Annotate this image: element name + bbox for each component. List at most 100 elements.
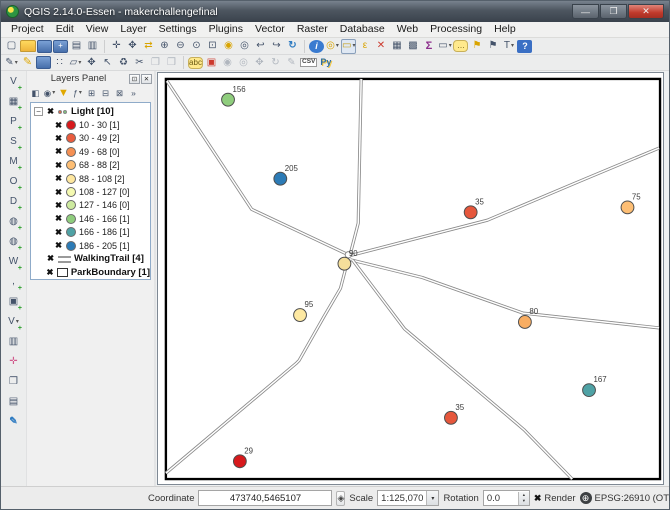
new-bookmark-button[interactable]: ⚑ xyxy=(469,39,484,54)
new-shapefile-layer-dropdown[interactable]: ▾ xyxy=(16,319,19,325)
scale-combo[interactable]: 1:125,070 ▾ xyxy=(377,490,439,506)
maximize-button[interactable]: ❐ xyxy=(600,4,627,19)
class-checkbox[interactable]: ✖ xyxy=(54,120,63,131)
add-postgis-layer-button[interactable]: P xyxy=(6,114,21,130)
remove-layer-button[interactable]: ⊠ xyxy=(113,87,126,100)
manage-map-themes-dropdown[interactable]: ▾ xyxy=(52,90,55,96)
rotation-spin-arrows[interactable]: ▴▾ xyxy=(518,492,529,505)
move-feature-button[interactable]: ✥ xyxy=(84,55,99,70)
change-label-button[interactable]: ✎ xyxy=(284,55,299,70)
pan-map-button[interactable]: ✥ xyxy=(125,39,140,54)
add-circle-feature-dropdown[interactable]: ▾ xyxy=(78,60,81,66)
open-attribute-table-button[interactable]: ▦ xyxy=(389,39,404,54)
save-project-button[interactable] xyxy=(37,40,52,53)
legend-class-row[interactable]: ✖68 - 88 [2] xyxy=(31,159,150,172)
touch-zoom-pan-button[interactable]: ✛ xyxy=(109,39,124,54)
legend-class-row[interactable]: ✖49 - 68 [0] xyxy=(31,145,150,158)
zoom-in-button[interactable]: ⊕ xyxy=(157,39,172,54)
menu-processing[interactable]: Processing xyxy=(424,22,488,37)
paste-features-button[interactable]: ❒ xyxy=(164,55,179,70)
add-circle-feature-button[interactable]: ▱▾ xyxy=(68,55,83,70)
filter-by-expression-dropdown[interactable]: ▾ xyxy=(79,90,82,96)
panel-close-button[interactable]: ✕ xyxy=(141,74,152,84)
measure-dropdown[interactable]: ▾ xyxy=(449,43,452,49)
class-checkbox[interactable]: ✖ xyxy=(54,133,63,144)
panel-overflow-button[interactable]: » xyxy=(127,87,140,100)
add-feature-button[interactable]: ∷ xyxy=(52,55,67,70)
menu-raster[interactable]: Raster xyxy=(291,22,334,37)
legend-class-row[interactable]: ✖127 - 146 [0] xyxy=(31,199,150,212)
render-checkbox[interactable]: ✖ Render xyxy=(534,493,576,504)
layer-checkbox[interactable]: ✖ xyxy=(46,267,54,278)
new-print-composer-button[interactable]: ▤ xyxy=(69,39,84,54)
menu-project[interactable]: Project xyxy=(5,22,50,37)
text-annotation-button[interactable]: T▾ xyxy=(501,39,516,54)
manage-map-themes-button[interactable]: ◉▾ xyxy=(43,87,56,100)
add-wcs-layer-button[interactable]: ◍ xyxy=(6,234,21,250)
add-db2-layer-button[interactable]: D xyxy=(6,194,21,210)
crs-button[interactable]: ⊕ EPSG:26910 (OTF) xyxy=(580,492,670,504)
zoom-last-button[interactable]: ↩ xyxy=(253,39,268,54)
zoom-out-button[interactable]: ⊖ xyxy=(173,39,188,54)
current-edits-dropdown[interactable]: ▾ xyxy=(15,60,18,66)
map-canvas[interactable]: 15620535759095801673529 xyxy=(157,72,664,485)
add-delimited-text-layer-button[interactable]: , xyxy=(6,274,21,290)
close-button[interactable]: ✕ xyxy=(628,4,664,19)
db-manager-button[interactable]: ▤ xyxy=(6,394,21,410)
coordinate-input[interactable] xyxy=(198,490,332,506)
save-project-as-button[interactable]: + xyxy=(53,40,68,53)
add-raster-layer-button[interactable]: ▦ xyxy=(6,94,21,110)
class-checkbox[interactable]: ✖ xyxy=(54,187,63,198)
legend-class-row[interactable]: ✖166 - 186 [1] xyxy=(31,226,150,239)
statistical-summary-button[interactable]: Σ xyxy=(421,39,436,54)
text-annotation-dropdown[interactable]: ▾ xyxy=(511,43,514,49)
legend-class-row[interactable]: ✖146 - 166 [1] xyxy=(31,212,150,225)
menu-web[interactable]: Web xyxy=(391,22,424,37)
paste-as-new-layer-button[interactable]: ❐ xyxy=(6,374,21,390)
add-mssql-layer-button[interactable]: M xyxy=(6,154,21,170)
add-wfs-layer-button[interactable]: W xyxy=(6,254,21,270)
identify-features-button[interactable]: i xyxy=(309,40,324,53)
layer-expander[interactable]: − xyxy=(34,107,43,116)
class-checkbox[interactable]: ✖ xyxy=(54,240,63,251)
current-edits-button[interactable]: ✎▾ xyxy=(4,55,19,70)
select-features-dropdown[interactable]: ▾ xyxy=(352,43,355,49)
show-bookmarks-button[interactable]: ⚑ xyxy=(485,39,500,54)
measure-button[interactable]: ▭▾ xyxy=(437,39,452,54)
legend-class-row[interactable]: ✖108 - 127 [0] xyxy=(31,185,150,198)
cut-features-button[interactable]: ✂ xyxy=(132,55,147,70)
layer-checkbox[interactable]: ✖ xyxy=(46,106,55,117)
class-checkbox[interactable]: ✖ xyxy=(54,146,63,157)
open-project-button[interactable] xyxy=(20,40,36,52)
menu-layer[interactable]: Layer xyxy=(114,22,152,37)
layer-row[interactable]: −✖Light [10] xyxy=(31,105,150,118)
menu-help[interactable]: Help xyxy=(488,22,522,37)
delete-selected-button[interactable]: ♻ xyxy=(116,55,131,70)
add-oracle-layer-button[interactable]: O xyxy=(6,174,21,190)
rotate-label-button[interactable]: ↻ xyxy=(268,55,283,70)
add-spatialite-layer-button[interactable]: S xyxy=(6,134,21,150)
collapse-all-button[interactable]: ⊟ xyxy=(99,87,112,100)
rotation-spinbox[interactable]: 0.0 ▴▾ xyxy=(483,490,530,506)
legend-class-row[interactable]: ✖186 - 205 [1] xyxy=(31,239,150,252)
class-checkbox[interactable]: ✖ xyxy=(54,227,63,238)
zoom-full-button[interactable]: ⊡ xyxy=(205,39,220,54)
zoom-to-layer-button[interactable]: ◎ xyxy=(237,39,252,54)
copy-features-button[interactable]: ❐ xyxy=(148,55,163,70)
class-checkbox[interactable]: ✖ xyxy=(54,200,63,211)
select-features-button[interactable]: ▭▾ xyxy=(341,39,356,54)
run-feature-action-dropdown[interactable]: ▾ xyxy=(336,43,339,49)
menu-database[interactable]: Database xyxy=(334,22,391,37)
move-label-button[interactable]: ✥ xyxy=(252,55,267,70)
refresh-map-button[interactable]: ↻ xyxy=(285,39,300,54)
filter-by-expression-button[interactable]: ƒ▾ xyxy=(71,87,84,100)
help-button[interactable]: ? xyxy=(517,40,532,53)
pan-to-selection-button[interactable]: ⇄ xyxy=(141,39,156,54)
class-checkbox[interactable]: ✖ xyxy=(54,173,63,184)
select-by-expression-button[interactable]: ε xyxy=(357,39,372,54)
field-calculator-button[interactable]: ▩ xyxy=(405,39,420,54)
menu-settings[interactable]: Settings xyxy=(153,22,203,37)
osm-place-search-button[interactable]: ✎ xyxy=(6,414,21,430)
legend-class-row[interactable]: ✖88 - 108 [2] xyxy=(31,172,150,185)
composer-manager-button[interactable]: ▥ xyxy=(85,39,100,54)
